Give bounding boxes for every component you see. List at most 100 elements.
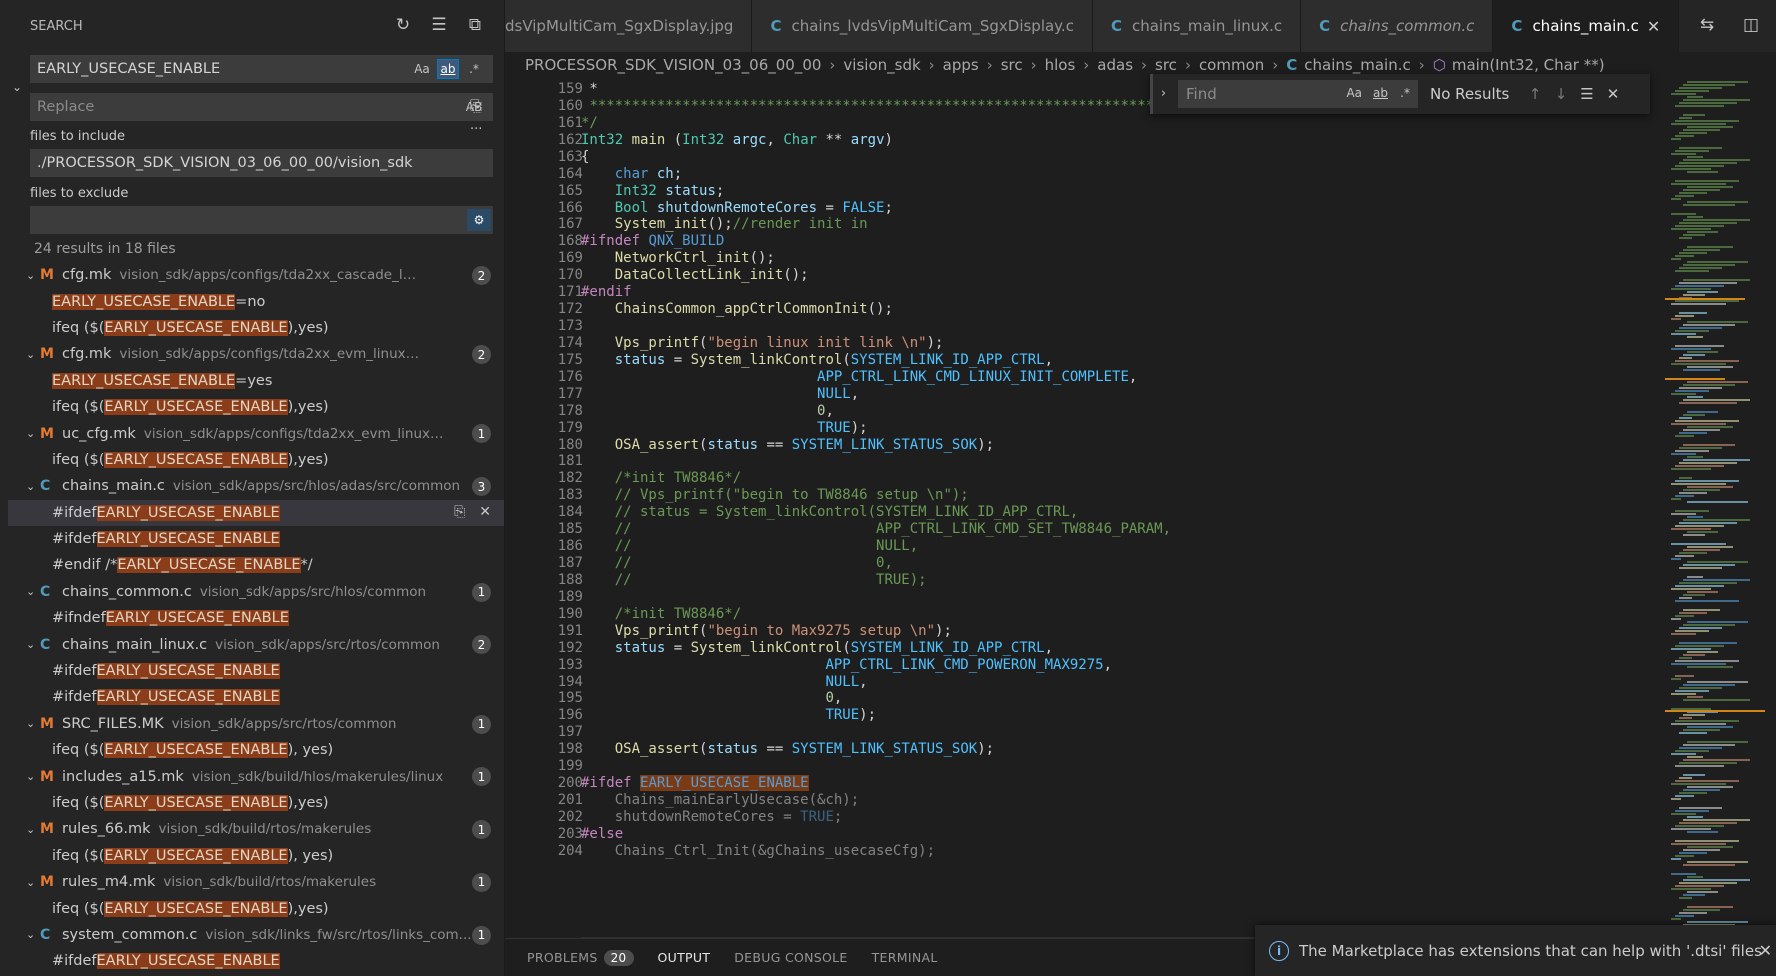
chevron-down-icon[interactable]: ⌄ [8,269,35,282]
minimap-line [1687,621,1748,623]
minimap[interactable] [1665,78,1776,938]
chevron-down-icon[interactable]: ⌄ [8,480,35,493]
breadcrumb-item[interactable]: src [1001,56,1023,74]
chevron-down-icon[interactable]: ⌄ [8,876,35,889]
minimap-line [1675,345,1724,347]
find-input[interactable]: Find Aa ab .* [1178,80,1418,108]
breadcrumb-item[interactable]: adas [1097,56,1133,74]
result-match-row[interactable]: ifeq ($(EARLY_USECASE_ENABLE), yes) [8,737,504,763]
breadcrumb-item[interactable]: apps [943,56,979,74]
result-match-row[interactable]: #ifdef EARLY_USECASE_ENABLE [8,658,504,684]
next-match-icon[interactable]: ↓ [1550,85,1572,103]
chevron-down-icon[interactable]: ⌄ [8,638,35,651]
breadcrumb-item[interactable]: src [1155,56,1177,74]
previous-match-icon[interactable]: ↑ [1524,85,1546,103]
minimap-match-marker [1665,710,1765,712]
panel-tab-problems[interactable]: PROBLEMS 20 [527,939,634,976]
tab-dsvipmulticam-sgxdisplay-jpg[interactable]: dsVipMultiCam_SgxDisplay.jpg [505,0,753,52]
result-match-row[interactable]: ifeq ($(EARLY_USECASE_ENABLE),yes) [8,394,504,420]
minimap-line [1683,99,1750,101]
split-editor-icon[interactable]: ◫ [1740,14,1762,36]
gear-icon[interactable]: ⚙ [467,209,491,231]
close-notification-icon[interactable]: ✕ [1759,941,1772,960]
result-file-row[interactable]: ⌄ Cchains_main_linux.c vision_sdk/apps/src… [8,631,504,657]
result-match-row[interactable]: EARLY_USECASE_ENABLE =no [8,288,504,314]
toggle-replace-chevron-icon[interactable]: ⌄ [12,80,26,94]
match-case-option[interactable]: Aa [411,59,433,79]
breadcrumb-item[interactable]: hlos [1045,56,1076,74]
result-file-row[interactable]: ⌄ Muc_cfg.mk vision_sdk/apps/configs/tda2x… [8,420,504,446]
result-file-row[interactable]: ⌄ Mincludes_a15.mk vision_sdk/build/hlos/m… [8,763,504,789]
clear-all-icon[interactable]: ☰ [428,14,450,36]
replace-icon[interactable]: ⎘ [454,504,465,520]
tab-chains-main-c[interactable]: Cchains_main.c ✕ [1493,0,1680,52]
result-match-row[interactable]: ifeq ($(EARLY_USECASE_ENABLE),yes) [8,895,504,921]
breadcrumb-item[interactable]: main(Int32, Char **) [1452,56,1605,74]
close-tab-icon[interactable]: ✕ [1647,17,1660,36]
result-match-row[interactable]: ifeq ($(EARLY_USECASE_ENABLE),yes) [8,315,504,341]
chevron-down-icon[interactable]: ⌄ [8,585,35,598]
result-file-name: includes_a15.mk [62,768,184,785]
code-editor[interactable]: 159 * 160 *******************************… [505,78,1665,938]
result-file-row[interactable]: ⌄ Mrules_m4.mk vision_sdk/build/rtos/maker… [8,869,504,895]
search-input[interactable]: EARLY_USECASE_ENABLE Aa ab .* [30,55,493,83]
breadcrumb-item[interactable]: common [1199,56,1264,74]
dismiss-icon[interactable]: ✕ [479,504,491,520]
result-match-row[interactable]: #ifdef EARLY_USECASE_ENABLE [8,526,504,552]
breadcrumb-item[interactable]: chains_main.c [1304,56,1410,74]
panel-tab-label: OUTPUT [657,949,711,965]
replace-all-icon[interactable]: ⎘ [470,97,482,115]
chevron-down-icon[interactable]: ⌄ [8,348,35,361]
result-file-row[interactable]: ⌄ Cchains_main.c vision_sdk/apps/src/hlos/… [8,473,504,499]
find-match-case[interactable]: Aa [1346,86,1362,100]
files-to-exclude-input[interactable]: ⚙ [30,206,493,234]
result-match-row[interactable]: #ifdef EARLY_USECASE_ENABLE [8,684,504,710]
find-whole-word[interactable]: ab [1373,86,1388,100]
close-find-icon[interactable]: ✕ [1602,85,1624,103]
collapse-all-icon[interactable]: ⧉ [464,14,486,36]
code-text: // APP_CTRL_LINK_CMD_SET_TW8846_PARAM, [614,521,1172,538]
result-file-row[interactable]: ⌄ Mrules_66.mk vision_sdk/build/rtos/maker… [8,816,504,842]
find-regex[interactable]: .* [1400,86,1410,100]
panel-tab-debug-console[interactable]: DEBUG CONSOLE [734,939,847,976]
panel-tab-terminal[interactable]: TERMINAL [872,939,938,976]
result-count-badge: 2 [472,345,491,365]
result-file-row[interactable]: ⌄ M SRC_FILES.MK vision_sdk/apps/src/rtos/c… [8,711,504,737]
chevron-down-icon[interactable]: ⌄ [8,427,35,440]
minimap-line [1679,117,1692,119]
replace-input[interactable]: Replace AB [30,93,493,121]
result-match-row[interactable]: #ifdef EARLY_USECASE_ENABLE [8,948,504,974]
whole-word-option[interactable]: ab [437,59,459,79]
result-match-row[interactable]: ifeq ($(EARLY_USECASE_ENABLE),yes) [8,790,504,816]
chevron-down-icon[interactable]: ⌄ [8,928,35,941]
tab-chains-common-c[interactable]: Cchains_common.c [1301,0,1494,52]
toggle-replace-icon[interactable]: › [1150,74,1174,114]
result-file-row[interactable]: ⌄ Mcfg.mk vision_sdk/apps/configs/tda2xx_c… [8,262,504,288]
find-in-selection-icon[interactable]: ☰ [1576,85,1598,103]
breadcrumb-item[interactable]: vision_sdk [843,56,920,74]
minimap-line [1683,489,1720,491]
result-match-row[interactable]: ifeq ($(EARLY_USECASE_ENABLE), yes) [8,843,504,869]
minimap-line [1687,906,1733,908]
result-match-row[interactable]: #ifndef EARLY_USECASE_ENABLE [8,605,504,631]
result-file-row[interactable]: ⌄ Mcfg.mk vision_sdk/apps/configs/tda2xx_e… [8,341,504,367]
files-to-include-input[interactable]: ./PROCESSOR_SDK_VISION_03_06_00_00/visio… [30,149,493,177]
compare-icon[interactable]: ⇆ [1696,14,1718,36]
regex-option[interactable]: .* [463,59,485,79]
tab-chains-lvdsvipmulticam-sgxdisplay-c[interactable]: Cchains_lvdsVipMultiCam_SgxDisplay.c [752,0,1093,52]
result-match-row[interactable]: #endif /* EARLY_USECASE_ENABLE */ [8,552,504,578]
chevron-down-icon[interactable]: ⌄ [8,717,35,730]
breadcrumb-item[interactable]: PROCESSOR_SDK_VISION_03_06_00_00 [525,56,821,74]
result-match-row[interactable]: EARLY_USECASE_ENABLE =yes [8,368,504,394]
result-file-row[interactable]: ⌄ Cchains_common.c vision_sdk/apps/src/hlo… [8,579,504,605]
panel-tab-output[interactable]: OUTPUT [657,939,711,976]
chevron-down-icon[interactable]: ⌄ [8,770,35,783]
chevron-down-icon[interactable]: ⌄ [8,823,35,836]
tab-chains-main-linux-c[interactable]: Cchains_main_linux.c [1092,0,1302,52]
result-match-row[interactable]: ifeq ($(EARLY_USECASE_ENABLE),yes) [8,447,504,473]
result-match-row[interactable]: #ifdef EARLY_USECASE_ENABLE ⎘ ✕ [8,499,504,526]
refresh-icon[interactable]: ↻ [392,14,414,36]
match-actions: ⎘ ✕ [454,504,491,520]
result-file-row[interactable]: ⌄ Csystem_common.c vision_sdk/links_fw/src… [8,922,504,948]
more-options-icon[interactable]: ··· [470,122,482,137]
